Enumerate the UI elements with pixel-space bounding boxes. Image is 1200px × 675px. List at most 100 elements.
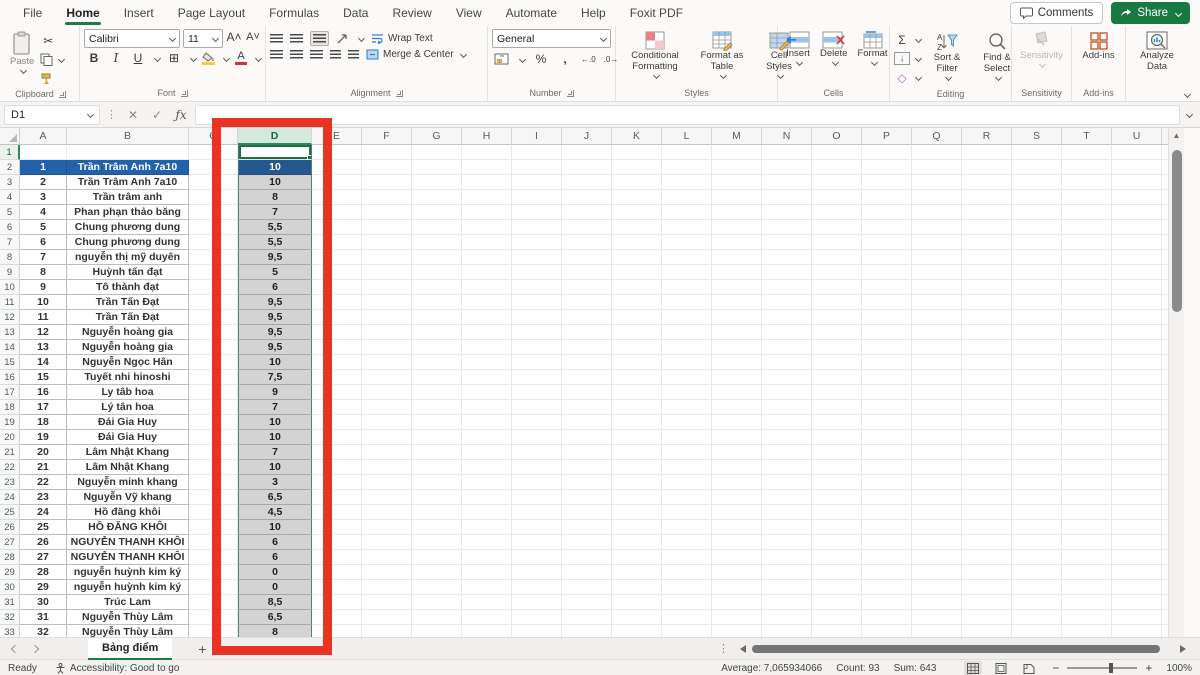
cell-C1[interactable] xyxy=(189,145,238,160)
cell-I29[interactable] xyxy=(512,565,562,580)
cell-R24[interactable] xyxy=(962,490,1012,505)
cell-K11[interactable] xyxy=(612,295,662,310)
cell-C11[interactable] xyxy=(189,295,238,310)
cell-K18[interactable] xyxy=(612,400,662,415)
clipboard-dialog-launcher-icon[interactable] xyxy=(59,91,66,98)
cell-D16[interactable]: 7,5 xyxy=(238,370,312,385)
cell-M32[interactable] xyxy=(712,610,762,625)
cell-D22[interactable]: 10 xyxy=(238,460,312,475)
cell-M28[interactable] xyxy=(712,550,762,565)
cell-O9[interactable] xyxy=(812,265,862,280)
row-header-15[interactable]: 15 xyxy=(0,355,20,370)
cell-A15[interactable]: 14 xyxy=(20,355,67,370)
cell-P11[interactable] xyxy=(862,295,912,310)
column-header-g[interactable]: G xyxy=(412,128,462,145)
cell-Q8[interactable] xyxy=(912,250,962,265)
analyze-data-button[interactable]: Analyze Data xyxy=(1130,29,1184,75)
cell-Q9[interactable] xyxy=(912,265,962,280)
insert-cells-button[interactable]: Insert xyxy=(782,29,814,67)
cell-N7[interactable] xyxy=(762,235,812,250)
cell-B20[interactable]: Đái Gia Huy xyxy=(67,430,189,445)
cell-I6[interactable] xyxy=(512,220,562,235)
row-header-28[interactable]: 28 xyxy=(0,550,20,565)
cell-J13[interactable] xyxy=(562,325,612,340)
cell-L3[interactable] xyxy=(662,175,712,190)
cell-J16[interactable] xyxy=(562,370,612,385)
cell-N19[interactable] xyxy=(762,415,812,430)
bottom-align-button[interactable] xyxy=(310,31,329,46)
cell-J6[interactable] xyxy=(562,220,612,235)
cell-H29[interactable] xyxy=(462,565,512,580)
cell-T14[interactable] xyxy=(1062,340,1112,355)
cell-S4[interactable] xyxy=(1012,190,1062,205)
cell-I7[interactable] xyxy=(512,235,562,250)
cell-L33[interactable] xyxy=(662,625,712,637)
format-painter-button[interactable] xyxy=(40,69,64,88)
cell-P22[interactable] xyxy=(862,460,912,475)
accessibility-status[interactable]: Accessibility: Good to go xyxy=(55,663,180,674)
cell-J14[interactable] xyxy=(562,340,612,355)
cell-E26[interactable] xyxy=(312,520,362,535)
cell-N30[interactable] xyxy=(762,580,812,595)
status-average[interactable]: Average: 7,065934066 xyxy=(721,663,822,674)
horizontal-scrollbar-thumb[interactable] xyxy=(752,645,1160,653)
cell-O27[interactable] xyxy=(812,535,862,550)
cell-T27[interactable] xyxy=(1062,535,1112,550)
cell-S8[interactable] xyxy=(1012,250,1062,265)
cell-O10[interactable] xyxy=(812,280,862,295)
cell-S10[interactable] xyxy=(1012,280,1062,295)
cell-S5[interactable] xyxy=(1012,205,1062,220)
cell-U15[interactable] xyxy=(1112,355,1162,370)
cell-H7[interactable] xyxy=(462,235,512,250)
cell-H1[interactable] xyxy=(462,145,512,160)
cell-E3[interactable] xyxy=(312,175,362,190)
cell-D4[interactable]: 8 xyxy=(238,190,312,205)
cell-G17[interactable] xyxy=(412,385,462,400)
cell-E18[interactable] xyxy=(312,400,362,415)
cell-D10[interactable]: 6 xyxy=(238,280,312,295)
cell-I11[interactable] xyxy=(512,295,562,310)
cell-K24[interactable] xyxy=(612,490,662,505)
cell-I14[interactable] xyxy=(512,340,562,355)
cell-Q1[interactable] xyxy=(912,145,962,160)
cell-B25[interactable]: Hồ đăng khôi xyxy=(67,505,189,520)
cell-A32[interactable]: 31 xyxy=(20,610,67,625)
cell-M7[interactable] xyxy=(712,235,762,250)
cell-F26[interactable] xyxy=(362,520,412,535)
cell-U8[interactable] xyxy=(1112,250,1162,265)
number-format-combo[interactable]: General xyxy=(492,29,611,48)
cell-D24[interactable]: 6,5 xyxy=(238,490,312,505)
cell-F18[interactable] xyxy=(362,400,412,415)
cell-G30[interactable] xyxy=(412,580,462,595)
cell-E24[interactable] xyxy=(312,490,362,505)
cell-S20[interactable] xyxy=(1012,430,1062,445)
cell-M30[interactable] xyxy=(712,580,762,595)
column-header-i[interactable]: I xyxy=(512,128,562,145)
cell-L30[interactable] xyxy=(662,580,712,595)
cell-I31[interactable] xyxy=(512,595,562,610)
cell-O18[interactable] xyxy=(812,400,862,415)
cell-I16[interactable] xyxy=(512,370,562,385)
cell-E11[interactable] xyxy=(312,295,362,310)
cell-G14[interactable] xyxy=(412,340,462,355)
cell-E20[interactable] xyxy=(312,430,362,445)
row-header-7[interactable]: 7 xyxy=(0,235,20,250)
cell-L26[interactable] xyxy=(662,520,712,535)
cell-S2[interactable] xyxy=(1012,160,1062,175)
cell-F6[interactable] xyxy=(362,220,412,235)
cell-A10[interactable]: 9 xyxy=(20,280,67,295)
column-header-f[interactable]: F xyxy=(362,128,412,145)
cell-T9[interactable] xyxy=(1062,265,1112,280)
cell-F10[interactable] xyxy=(362,280,412,295)
cell-M29[interactable] xyxy=(712,565,762,580)
cell-D8[interactable]: 9,5 xyxy=(238,250,312,265)
cell-I19[interactable] xyxy=(512,415,562,430)
cell-O28[interactable] xyxy=(812,550,862,565)
cell-J26[interactable] xyxy=(562,520,612,535)
cell-Q2[interactable] xyxy=(912,160,962,175)
cell-S21[interactable] xyxy=(1012,445,1062,460)
cell-N2[interactable] xyxy=(762,160,812,175)
accounting-format-icon[interactable] xyxy=(494,53,509,65)
cell-F30[interactable] xyxy=(362,580,412,595)
cell-G26[interactable] xyxy=(412,520,462,535)
